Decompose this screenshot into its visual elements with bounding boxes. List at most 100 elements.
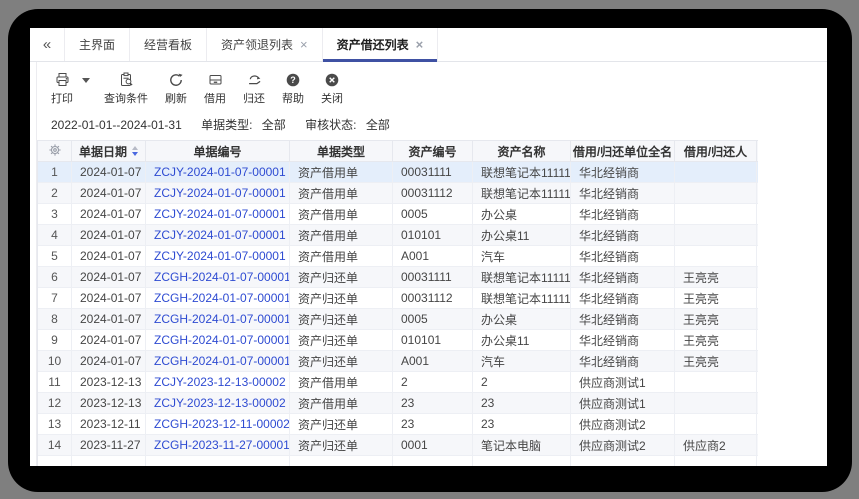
unit-name-cell: 华北经销商	[571, 288, 675, 308]
toolbar-button-label: 帮助	[282, 90, 304, 106]
doc-date-cell: 2024-01-07	[72, 330, 146, 350]
document-link[interactable]: ZCGH-2024-01-07-00001	[146, 330, 290, 350]
dropdown-caret-icon[interactable]	[82, 78, 90, 83]
tab-item[interactable]: 经营看板	[130, 28, 207, 61]
person-cell	[675, 183, 757, 203]
asset-code-cell: 00031111	[393, 162, 473, 182]
asset-name-cell: 2	[473, 372, 571, 392]
asset-name-cell: 笔记本电脑	[473, 435, 571, 455]
document-link[interactable]: ZCJY-2024-01-07-00001	[146, 204, 290, 224]
empty-cell	[571, 456, 675, 466]
toolbar-button-printer[interactable]: 打印	[51, 71, 73, 106]
filter-audit-status-label: 审核状态:	[305, 118, 356, 132]
toolbar-button-close[interactable]: 关闭	[321, 71, 343, 106]
document-link[interactable]: ZCJY-2024-01-07-00001	[146, 162, 290, 182]
toolbar-button-clipboard-search[interactable]: 查询条件	[104, 71, 148, 106]
doc-type-cell: 资产归还单	[290, 351, 393, 371]
table-row[interactable]: 82024-01-07ZCGH-2024-01-07-00001资产归还单000…	[38, 309, 758, 330]
asset-name-cell: 23	[473, 414, 571, 434]
person-cell: 王亮亮	[675, 288, 757, 308]
asset-code-cell: 00031111	[393, 267, 473, 287]
table-row[interactable]: 122023-12-13ZCJY-2023-12-13-00002资产借用单23…	[38, 393, 758, 414]
svg-text:?: ?	[290, 75, 296, 85]
collapse-sidebar-button[interactable]: «	[30, 28, 64, 61]
toolbar-button-label: 借用	[204, 90, 226, 106]
tab-item[interactable]: 资产借还列表×	[323, 28, 439, 61]
empty-cell	[146, 456, 290, 466]
person-cell	[675, 246, 757, 266]
table-row[interactable]: 32024-01-07ZCJY-2024-01-07-00001资产借用单000…	[38, 204, 758, 225]
borrow-icon	[207, 71, 224, 88]
document-link[interactable]: ZCJY-2024-01-07-00001	[146, 183, 290, 203]
tab-item[interactable]: 资产领退列表×	[207, 28, 323, 61]
doc-type-cell: 资产借用单	[290, 183, 393, 203]
table-row[interactable]: 62024-01-07ZCGH-2024-01-07-00001资产归还单000…	[38, 267, 758, 288]
table-row[interactable]: 22024-01-07ZCJY-2024-01-07-00001资产借用单000…	[38, 183, 758, 204]
doc-type-cell: 资产借用单	[290, 372, 393, 392]
tab-label: 经营看板	[144, 36, 192, 53]
document-link[interactable]: ZCGH-2024-01-07-00001	[146, 351, 290, 371]
document-link[interactable]: ZCGH-2024-01-07-00001	[146, 288, 290, 308]
toolbar-button-refresh[interactable]: 刷新	[165, 71, 187, 106]
asset-name-cell: 23	[473, 393, 571, 413]
empty-cell	[38, 456, 72, 466]
doc-date-cell: 2024-01-07	[72, 288, 146, 308]
toolbar-button-label: 刷新	[165, 90, 187, 106]
tab-bar: « 主界面经营看板资产领退列表×资产借还列表×	[30, 28, 827, 62]
document-link[interactable]: ZCGH-2024-01-07-00001	[146, 309, 290, 329]
tab-close-icon[interactable]: ×	[300, 38, 308, 51]
row-number-cell: 13	[38, 414, 72, 434]
doc-date-cell: 2024-01-07	[72, 246, 146, 266]
column-header: 资产编号	[393, 141, 473, 161]
column-header: 单据类型	[290, 141, 393, 161]
table-row-empty	[38, 456, 758, 466]
tab-close-icon[interactable]: ×	[416, 38, 424, 51]
doc-type-cell: 资产归还单	[290, 435, 393, 455]
person-cell	[675, 393, 757, 413]
sort-icon[interactable]	[132, 146, 138, 156]
person-cell: 王亮亮	[675, 351, 757, 371]
document-link[interactable]: ZCJY-2023-12-13-00002	[146, 393, 290, 413]
doc-date-cell: 2023-12-13	[72, 372, 146, 392]
unit-name-cell: 供应商测试1	[571, 393, 675, 413]
filter-audit-status-value: 全部	[366, 118, 390, 132]
row-number-cell: 2	[38, 183, 72, 203]
table-body: 12024-01-07ZCJY-2024-01-07-00001资产借用单000…	[38, 162, 758, 466]
table-row[interactable]: 42024-01-07ZCJY-2024-01-07-00001资产借用单010…	[38, 225, 758, 246]
toolbar-button-label: 关闭	[321, 90, 343, 106]
doc-type-cell: 资产借用单	[290, 225, 393, 245]
toolbar-button-borrow[interactable]: 借用	[204, 71, 226, 106]
document-link[interactable]: ZCJY-2024-01-07-00001	[146, 225, 290, 245]
unit-name-cell: 供应商测试2	[571, 414, 675, 434]
table-row[interactable]: 92024-01-07ZCGH-2024-01-07-00001资产归还单010…	[38, 330, 758, 351]
table-row[interactable]: 112023-12-13ZCJY-2023-12-13-00002资产借用单22…	[38, 372, 758, 393]
table-row[interactable]: 72024-01-07ZCGH-2024-01-07-00001资产归还单000…	[38, 288, 758, 309]
document-link[interactable]: ZCGH-2024-01-07-00001	[146, 267, 290, 287]
tab-list: 主界面经营看板资产领退列表×资产借还列表×	[64, 28, 438, 61]
document-link[interactable]: ZCGH-2023-11-27-00001	[146, 435, 290, 455]
table-row[interactable]: 132023-12-11ZCGH-2023-12-11-00002资产归还单23…	[38, 414, 758, 435]
unit-name-cell: 华北经销商	[571, 246, 675, 266]
table-row[interactable]: 102024-01-07ZCGH-2024-01-07-00001资产归还单A0…	[38, 351, 758, 372]
toolbar-button-help[interactable]: ? 帮助	[282, 71, 304, 106]
table-row[interactable]: 12024-01-07ZCJY-2024-01-07-00001资产借用单000…	[38, 162, 758, 183]
table-row[interactable]: 142023-11-27ZCGH-2023-11-27-00001资产归还单00…	[38, 435, 758, 456]
unit-name-cell: 华北经销商	[571, 330, 675, 350]
unit-name-cell: 华北经销商	[571, 267, 675, 287]
table-row[interactable]: 52024-01-07ZCJY-2024-01-07-00001资产借用单A00…	[38, 246, 758, 267]
document-link[interactable]: ZCJY-2024-01-07-00001	[146, 246, 290, 266]
asset-code-cell: 0005	[393, 309, 473, 329]
close-icon	[324, 71, 340, 88]
row-number-cell: 14	[38, 435, 72, 455]
return-icon	[246, 71, 263, 88]
row-number-cell: 4	[38, 225, 72, 245]
doc-date-cell: 2024-01-07	[72, 225, 146, 245]
document-link[interactable]: ZCJY-2023-12-13-00002	[146, 372, 290, 392]
document-link[interactable]: ZCGH-2023-12-11-00002	[146, 414, 290, 434]
column-settings-button[interactable]	[38, 141, 72, 161]
filter-date-range: 2022-01-01--2024-01-31	[51, 118, 182, 132]
tab-item[interactable]: 主界面	[64, 28, 130, 61]
toolbar-button-return[interactable]: 归还	[243, 71, 265, 106]
row-number-cell: 12	[38, 393, 72, 413]
asset-code-cell: 23	[393, 393, 473, 413]
